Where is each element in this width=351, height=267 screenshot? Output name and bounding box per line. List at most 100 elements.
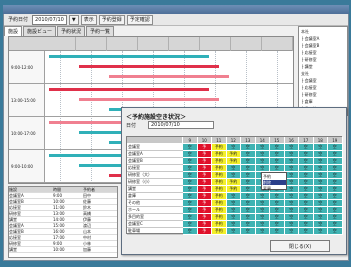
availability-cell[interactable]: 空	[270, 228, 285, 235]
availability-cell[interactable]: 空	[183, 207, 198, 214]
availability-cell[interactable]: 予約	[212, 200, 227, 207]
availability-cell[interactable]: 空	[299, 228, 314, 235]
availability-cell[interactable]: 空	[284, 207, 299, 214]
schedule-row-label[interactable]: 13:00-15:00	[9, 84, 45, 117]
availability-cell[interactable]: 空	[241, 172, 256, 179]
availability-cell[interactable]: 予約	[212, 186, 227, 193]
availability-cell[interactable]: 空	[241, 207, 256, 214]
availability-cell[interactable]: 予約	[212, 151, 227, 158]
availability-cell[interactable]: 空	[313, 179, 328, 186]
availability-cell[interactable]: 空	[270, 151, 285, 158]
display-button[interactable]: 表示	[80, 14, 97, 25]
availability-cell[interactable]: 空	[284, 214, 299, 221]
availability-cell[interactable]: 空	[183, 228, 198, 235]
availability-cell[interactable]: 予	[197, 193, 212, 200]
availability-cell[interactable]: 空	[183, 158, 198, 165]
reservation-bar[interactable]	[79, 98, 219, 101]
availability-cell[interactable]: 空	[255, 228, 270, 235]
context-menu-item[interactable]: 変更	[263, 186, 286, 191]
availability-cell[interactable]: 予	[197, 144, 212, 151]
availability-cell[interactable]: 空	[241, 228, 256, 235]
availability-cell[interactable]: 予約	[212, 165, 227, 172]
availability-cell[interactable]: 予約	[212, 158, 227, 165]
schedule-row-label[interactable]: 9:00-12:00	[9, 51, 45, 84]
availability-cell[interactable]: 空	[226, 221, 241, 228]
availability-cell[interactable]: 予	[197, 165, 212, 172]
availability-cell[interactable]: 空	[255, 207, 270, 214]
close-button[interactable]: 閉じる(X)	[270, 240, 330, 252]
availability-cell[interactable]: 空	[328, 151, 343, 158]
availability-cell[interactable]: 空	[226, 165, 241, 172]
availability-cell[interactable]: 予約	[212, 207, 227, 214]
availability-cell[interactable]: 空	[241, 179, 256, 186]
availability-cell[interactable]: 空	[313, 186, 328, 193]
availability-cell[interactable]: 空	[284, 221, 299, 228]
availability-cell[interactable]: 空	[241, 193, 256, 200]
tab-status[interactable]: 予約状況	[57, 26, 86, 36]
availability-cell[interactable]: 空	[226, 193, 241, 200]
availability-cell[interactable]: 空	[313, 151, 328, 158]
availability-cell[interactable]: 空	[183, 186, 198, 193]
availability-cell[interactable]: 予	[197, 186, 212, 193]
availability-cell[interactable]: 予約	[212, 221, 227, 228]
availability-cell[interactable]: 空	[328, 165, 343, 172]
availability-cell[interactable]: 予約	[212, 214, 227, 221]
availability-cell[interactable]: 空	[284, 165, 299, 172]
availability-cell[interactable]: 空	[270, 214, 285, 221]
reservation-bar[interactable]	[49, 55, 209, 58]
availability-cell[interactable]: 空	[270, 221, 285, 228]
availability-cell[interactable]: 空	[284, 193, 299, 200]
availability-cell[interactable]: 空	[299, 172, 314, 179]
availability-cell[interactable]: 予	[197, 158, 212, 165]
availability-cell[interactable]: 空	[313, 200, 328, 207]
date-input[interactable]: 2010/07/10	[32, 14, 67, 25]
availability-cell[interactable]: 空	[183, 151, 198, 158]
availability-cell[interactable]: 空	[299, 158, 314, 165]
context-menu-item[interactable]: 削除	[263, 180, 286, 185]
availability-cell[interactable]: 空	[270, 158, 285, 165]
availability-cell[interactable]: 予約	[226, 158, 241, 165]
tree-item[interactable]: ├ 倉庫	[301, 99, 347, 104]
availability-cell[interactable]: 予	[197, 214, 212, 221]
availability-cell[interactable]: 空	[328, 207, 343, 214]
availability-cell[interactable]: 空	[270, 165, 285, 172]
availability-cell[interactable]: 空	[183, 200, 198, 207]
tree-item[interactable]: ├ 応接室	[301, 85, 347, 90]
reservation-bar[interactable]	[109, 75, 229, 78]
register-button[interactable]: 予約登録	[98, 14, 125, 25]
reservation-bar[interactable]	[49, 88, 209, 91]
availability-cell[interactable]: 空	[255, 144, 270, 151]
availability-cell[interactable]: 空	[255, 193, 270, 200]
availability-cell[interactable]: 空	[255, 221, 270, 228]
availability-cell[interactable]: 空	[328, 179, 343, 186]
availability-cell[interactable]: 予	[197, 172, 212, 179]
availability-cell[interactable]: 空	[255, 158, 270, 165]
availability-cell[interactable]: 空	[313, 221, 328, 228]
availability-cell[interactable]: 空	[241, 200, 256, 207]
availability-cell[interactable]: 空	[313, 158, 328, 165]
tab-facility[interactable]: 施設	[4, 26, 23, 36]
availability-cell[interactable]: 空	[328, 221, 343, 228]
availability-cell[interactable]: 予	[197, 221, 212, 228]
availability-cell[interactable]: 空	[299, 186, 314, 193]
availability-cell[interactable]: 空	[299, 179, 314, 186]
availability-cell[interactable]: 予	[197, 151, 212, 158]
availability-cell[interactable]: 予約	[212, 193, 227, 200]
availability-cell[interactable]: 空	[226, 214, 241, 221]
tree-item[interactable]: ├ 講堂	[301, 64, 347, 69]
tree-item[interactable]: ├ 研修室	[301, 57, 347, 62]
table-row[interactable]: 講堂 10:00 加藤	[9, 247, 117, 253]
tree-item[interactable]: ├ 会議室A	[301, 36, 347, 41]
availability-cell[interactable]: 空	[299, 193, 314, 200]
availability-cell[interactable]: 空	[328, 193, 343, 200]
availability-cell[interactable]: 空	[183, 214, 198, 221]
availability-cell[interactable]: 空	[299, 165, 314, 172]
availability-cell[interactable]: 空	[183, 221, 198, 228]
availability-cell[interactable]: 空	[284, 158, 299, 165]
availability-cell[interactable]: 予	[197, 207, 212, 214]
availability-cell[interactable]: 空	[313, 207, 328, 214]
availability-cell[interactable]: 空	[226, 228, 241, 235]
availability-cell[interactable]: 空	[328, 214, 343, 221]
availability-cell[interactable]: 空	[313, 144, 328, 151]
tree-item[interactable]: ├ 応接室	[301, 50, 347, 55]
